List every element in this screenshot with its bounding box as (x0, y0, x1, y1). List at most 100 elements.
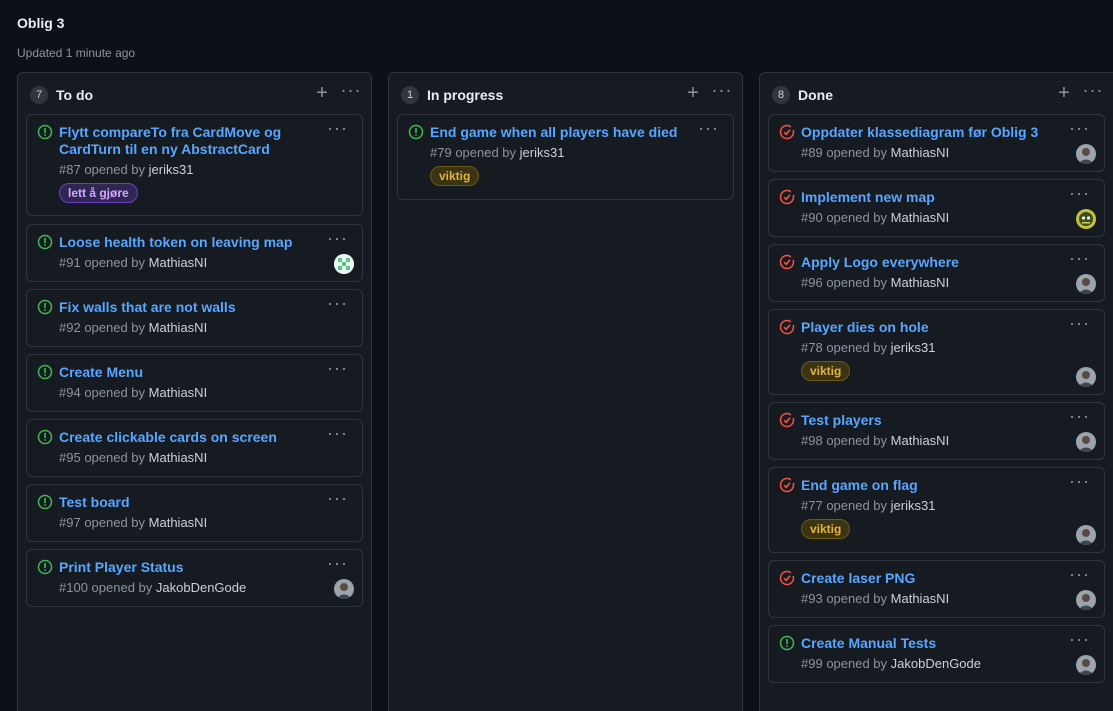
avatar[interactable] (1076, 209, 1096, 229)
issue-number: #91 (59, 255, 85, 270)
issue-card[interactable]: Create laser PNG #93 opened by MathiasNI ·… (768, 560, 1105, 618)
author-link[interactable]: JakobDenGode (156, 580, 246, 595)
opened-by-text: opened by (84, 450, 149, 465)
issue-title-link[interactable]: Oppdater klassediagram før Oblig 3 (801, 124, 1038, 141)
author-link[interactable]: MathiasNI (891, 275, 950, 290)
issue-title-link[interactable]: Implement new map (801, 189, 935, 206)
issue-closed-icon (779, 189, 795, 205)
card-menu-button[interactable]: ··· (1069, 249, 1090, 267)
avatar[interactable] (1076, 655, 1096, 675)
avatar[interactable] (1076, 590, 1096, 610)
card-menu-button[interactable]: ··· (327, 554, 348, 572)
issue-card[interactable]: Implement new map #90 opened by MathiasNI… (768, 179, 1105, 237)
card-menu-button[interactable]: ··· (327, 359, 348, 377)
author-link[interactable]: MathiasNI (891, 591, 950, 606)
issue-card[interactable]: Fix walls that are not walls #92 opened b… (26, 289, 363, 347)
issue-title-link[interactable]: Test board (59, 494, 130, 511)
author-link[interactable]: MathiasNI (891, 145, 950, 160)
avatar[interactable] (334, 579, 354, 599)
issue-card[interactable]: Test board #97 opened by MathiasNI ··· (26, 484, 363, 542)
issue-title-link[interactable]: Create clickable cards on screen (59, 429, 277, 446)
issue-title-link[interactable]: Flytt compareTo fra CardMove og CardTurn … (59, 124, 281, 158)
issue-title-link[interactable]: Player dies on hole (801, 319, 929, 336)
author-link[interactable]: MathiasNI (891, 210, 950, 225)
issue-card[interactable]: End game when all players have died #79 o… (397, 114, 734, 200)
column-menu-button[interactable]: ··· (1082, 81, 1104, 105)
card-menu-button[interactable]: ··· (327, 489, 348, 507)
issue-title-link[interactable]: Fix walls that are not walls (59, 299, 236, 316)
column-title: To do (56, 87, 94, 103)
issue-meta: #96 opened by MathiasNI (801, 275, 949, 290)
avatar[interactable] (1076, 274, 1096, 294)
issue-card[interactable]: Apply Logo everywhere #96 opened by Mathi… (768, 244, 1105, 302)
card-menu-button[interactable]: ··· (327, 119, 348, 137)
column-header: 8 Done + ··· (760, 73, 1113, 117)
column-menu-button[interactable]: ··· (340, 81, 362, 105)
card-menu-button[interactable]: ··· (1069, 184, 1090, 202)
issue-title-link[interactable]: End game when all players have died (430, 124, 677, 141)
issue-card[interactable]: Create Menu #94 opened by MathiasNI ··· (26, 354, 363, 412)
author-link[interactable]: MathiasNI (149, 255, 208, 270)
card-menu-button[interactable]: ··· (1069, 119, 1090, 137)
author-link[interactable]: jeriks31 (891, 498, 936, 513)
issue-title-link[interactable]: Create Menu (59, 364, 143, 381)
add-card-button[interactable]: + (684, 83, 702, 105)
author-link[interactable]: MathiasNI (149, 515, 208, 530)
author-link[interactable]: MathiasNI (891, 433, 950, 448)
issue-meta: #77 opened by jeriks31 (801, 498, 935, 513)
card-menu-button[interactable]: ··· (1069, 314, 1090, 332)
card-menu-button[interactable]: ··· (1069, 565, 1090, 583)
author-link[interactable]: MathiasNI (149, 385, 208, 400)
author-link[interactable]: jeriks31 (149, 162, 194, 177)
card-menu-button[interactable]: ··· (327, 229, 348, 247)
issue-title-link[interactable]: Create laser PNG (801, 570, 915, 587)
issue-number: #100 (59, 580, 92, 595)
card-menu-button[interactable]: ··· (327, 294, 348, 312)
add-card-button[interactable]: + (1055, 83, 1073, 105)
author-link[interactable]: MathiasNI (149, 320, 208, 335)
page-title: Oblig 3 (17, 15, 65, 31)
issue-card[interactable]: End game on flag #77 opened by jeriks31 vi… (768, 467, 1105, 553)
issue-card[interactable]: Loose health token on leaving map #91 ope… (26, 224, 363, 282)
issue-meta: #93 opened by MathiasNI (801, 591, 949, 606)
avatar[interactable] (1076, 367, 1096, 387)
issue-title-link[interactable]: End game on flag (801, 477, 918, 494)
avatar[interactable] (1076, 432, 1096, 452)
card-menu-button[interactable]: ··· (1069, 407, 1090, 425)
issue-card[interactable]: Create Manual Tests #99 opened by JakobDe… (768, 625, 1105, 683)
card-menu-button[interactable]: ··· (327, 424, 348, 442)
issue-title-link[interactable]: Create Manual Tests (801, 635, 936, 652)
author-link[interactable]: jeriks31 (520, 145, 565, 160)
avatar[interactable] (334, 254, 354, 274)
issue-label[interactable]: viktig (801, 519, 851, 539)
issue-card[interactable]: Oppdater klassediagram før Oblig 3 #89 op… (768, 114, 1105, 172)
issue-open-icon (37, 364, 53, 380)
issue-card[interactable]: Print Player Status #100 opened by JakobD… (26, 549, 363, 607)
issue-title-link[interactable]: Apply Logo everywhere (801, 254, 959, 271)
avatar[interactable] (1076, 144, 1096, 164)
issue-card[interactable]: Player dies on hole #78 opened by jeriks3… (768, 309, 1105, 395)
issue-label[interactable]: viktig (801, 361, 851, 381)
add-card-button[interactable]: + (313, 83, 331, 105)
issue-card[interactable]: Create clickable cards on screen #95 open… (26, 419, 363, 477)
card-menu-button[interactable]: ··· (1069, 472, 1090, 490)
avatar[interactable] (1076, 525, 1096, 545)
column-menu-button[interactable]: ··· (711, 81, 733, 105)
issue-card[interactable]: Flytt compareTo fra CardMove og CardTurn … (26, 114, 363, 216)
card-menu-button[interactable]: ··· (1069, 630, 1090, 648)
issue-title-link[interactable]: Test players (801, 412, 882, 429)
issue-closed-icon (779, 319, 795, 335)
card-menu-button[interactable]: ··· (698, 119, 719, 137)
author-link[interactable]: MathiasNI (149, 450, 208, 465)
author-link[interactable]: JakobDenGode (891, 656, 981, 671)
issue-title-link[interactable]: Loose health token on leaving map (59, 234, 292, 251)
issue-label[interactable]: lett å gjøre (59, 183, 138, 203)
issue-card[interactable]: Test players #98 opened by MathiasNI ··· (768, 402, 1105, 460)
issue-meta: #100 opened by JakobDenGode (59, 580, 246, 595)
column-title: Done (798, 87, 833, 103)
author-link[interactable]: jeriks31 (891, 340, 936, 355)
issue-label[interactable]: viktig (430, 166, 480, 186)
opened-by-text: opened by (84, 255, 149, 270)
issue-title-link[interactable]: Print Player Status (59, 559, 184, 576)
issue-open-icon (37, 494, 53, 510)
